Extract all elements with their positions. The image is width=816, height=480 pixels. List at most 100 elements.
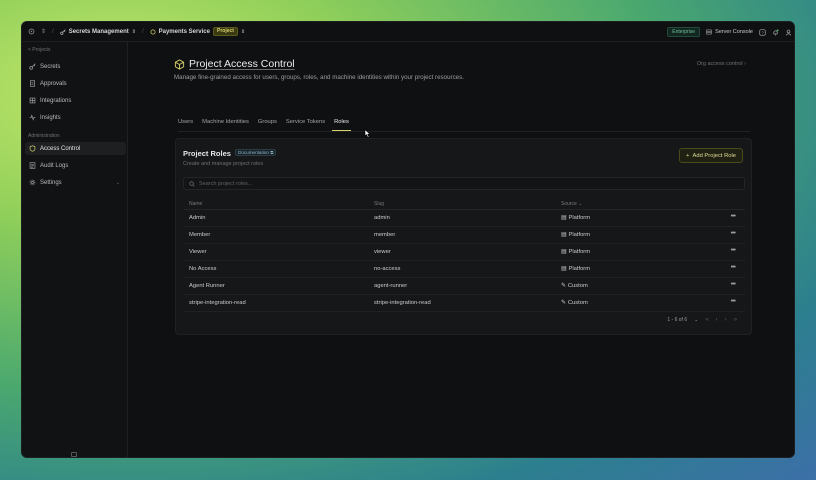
role-source: ✎ Custom (561, 300, 588, 306)
tab-groups[interactable]: Groups (258, 119, 277, 131)
role-source-label: Custom (567, 300, 588, 306)
org-name: Secrets Management (68, 28, 129, 35)
list-icon (29, 162, 36, 169)
row-options-icon[interactable]: ••• (731, 264, 736, 271)
puzzle-icon (29, 97, 36, 104)
main-content: Project Access Control Manage fine-grain… (128, 42, 794, 457)
role-slug: member (374, 232, 396, 238)
role-source-label: Platform (568, 232, 591, 238)
key-icon (59, 28, 66, 35)
sidebar-item-label: Integrations (40, 97, 72, 104)
column-header-source[interactable]: Source ⌄ (561, 201, 582, 207)
row-options-icon[interactable]: ••• (731, 247, 736, 254)
wrench-icon: ✎ (561, 283, 566, 289)
tab-service-tokens[interactable]: Service Tokens (286, 119, 325, 131)
project-icon (150, 29, 156, 35)
role-name: Agent Runner (189, 283, 225, 289)
row-options-icon[interactable]: ••• (731, 298, 736, 305)
search-icon (189, 180, 195, 187)
first-page-icon[interactable]: « (705, 317, 708, 323)
cube-icon (174, 58, 185, 70)
role-slug: admin (374, 215, 390, 221)
table-row[interactable]: Agent Runner agent-runner ✎ Custom ••• (183, 278, 745, 295)
sidebar-item-insights[interactable]: Insights (25, 111, 126, 124)
sidebar-item-label: Secrets (40, 63, 61, 70)
platform-icon: ▤ (561, 266, 567, 272)
table-row[interactable]: No Access no-access ▤ Platform ••• (183, 261, 745, 278)
app-logo-icon[interactable] (28, 28, 35, 35)
project-roles-card: Project Roles Documentation ⧉ Create and… (175, 138, 752, 335)
role-source: ▤ Platform (561, 266, 590, 272)
wrench-icon: ✎ (561, 300, 566, 306)
tab-users[interactable]: Users (178, 119, 193, 131)
page-size-chevron-icon[interactable]: ⌄ (694, 317, 698, 323)
table-row[interactable]: Viewer viewer ▤ Platform ••• (183, 244, 745, 261)
page-title: Project Access Control (189, 58, 295, 70)
mouse-cursor-icon (364, 125, 371, 143)
role-source: ✎ Custom (561, 283, 588, 289)
platform-icon: ▤ (561, 249, 567, 255)
chevron-right-icon: › (744, 61, 746, 67)
chevron-down-icon: ⌄ (115, 179, 120, 186)
sidebar-item-secrets[interactable]: Secrets (25, 60, 126, 73)
add-project-role-button[interactable]: + Add Project Role (679, 148, 743, 163)
sidebar-item-access-control[interactable]: Access Control (25, 142, 126, 155)
search-input[interactable] (199, 180, 719, 187)
project-selector[interactable]: Payments Service Project ⇕ (150, 27, 245, 36)
table-row[interactable]: Admin admin ▤ Platform ••• (183, 210, 745, 227)
breadcrumb-separator: / (52, 28, 54, 35)
platform-icon: ▤ (561, 215, 567, 221)
pagination: 1 - 6 of 6 ⌄ « ‹ › » (667, 317, 737, 323)
back-to-projects-link[interactable]: < Projects (28, 47, 50, 53)
top-bar: ⇕ / Secrets Management ⇕ / Payments Serv… (22, 22, 794, 42)
platform-icon: ▤ (561, 232, 567, 238)
role-name: Admin (189, 215, 206, 221)
sidebar-item-approvals[interactable]: Approvals (25, 77, 126, 90)
org-selector[interactable]: Secrets Management ⇕ (59, 28, 136, 35)
next-page-icon[interactable]: › (725, 317, 727, 323)
sidebar-item-label: Audit Logs (40, 162, 69, 169)
org-access-control-link[interactable]: Org access control › (697, 61, 746, 67)
tab-machine-identities[interactable]: Machine Identities (202, 119, 249, 131)
server-console-button[interactable]: Server Console (706, 29, 753, 35)
role-source-label: Platform (568, 215, 591, 221)
help-icon[interactable]: ? (759, 28, 766, 36)
chevron-updown-icon[interactable]: ⇕ (41, 28, 46, 35)
table-row[interactable]: Member member ▤ Platform ••• (183, 227, 745, 244)
role-name: Viewer (189, 249, 207, 255)
documentation-link[interactable]: Documentation ⧉ (235, 149, 277, 156)
documentation-label: Documentation (238, 150, 269, 155)
chevron-down-icon: ⌄ (578, 201, 583, 207)
role-slug: viewer (374, 249, 391, 255)
sidebar-item-audit-logs[interactable]: Audit Logs (25, 159, 126, 172)
role-source-label: Platform (568, 266, 591, 272)
row-options-icon[interactable]: ••• (731, 213, 736, 220)
server-console-label: Server Console (715, 29, 753, 35)
collapse-sidebar-icon[interactable] (71, 452, 77, 457)
column-header-slug[interactable]: Slug (374, 201, 384, 207)
shield-icon (29, 145, 36, 152)
role-slug: agent-runner (374, 283, 408, 289)
tab-bar: Users Machine Identities Groups Service … (178, 119, 351, 131)
table-row[interactable]: stripe-integration-read stripe-integrati… (183, 295, 745, 312)
tab-roles[interactable]: Roles (332, 119, 351, 131)
sidebar-item-label: Access Control (40, 145, 81, 152)
add-project-role-label: Add Project Role (692, 152, 737, 159)
role-name: No Access (189, 266, 217, 272)
bell-icon[interactable] (772, 28, 779, 36)
sidebar-item-settings[interactable]: Settings ⌄ (25, 176, 126, 189)
sidebar-item-integrations[interactable]: Integrations (25, 94, 126, 107)
page-header: Project Access Control (174, 58, 295, 70)
plus-icon: + (686, 152, 690, 159)
role-source-label: Platform (568, 249, 591, 255)
last-page-icon[interactable]: » (734, 317, 737, 323)
row-options-icon[interactable]: ••• (731, 281, 736, 288)
user-icon[interactable] (785, 29, 792, 36)
role-source: ▤ Platform (561, 232, 590, 238)
row-options-icon[interactable]: ••• (731, 230, 736, 237)
column-header-name[interactable]: Name (189, 201, 202, 207)
prev-page-icon[interactable]: ‹ (716, 317, 718, 323)
app-window: ⇕ / Secrets Management ⇕ / Payments Serv… (21, 21, 795, 458)
sidebar-item-label: Insights (40, 114, 61, 121)
svg-text:?: ? (761, 30, 764, 35)
